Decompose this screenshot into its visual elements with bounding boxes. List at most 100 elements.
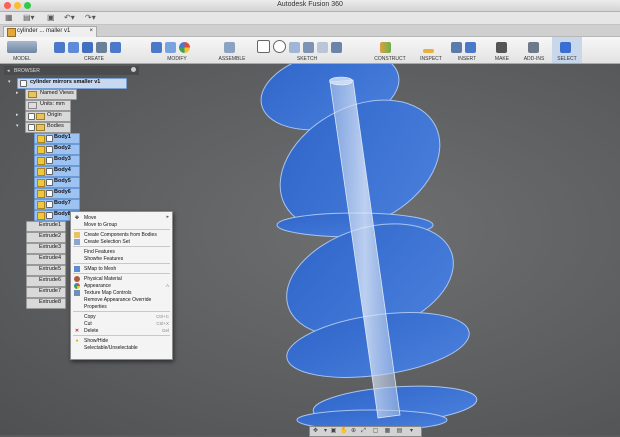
- menu-item-show-hide[interactable]: ● Show/Hide: [71, 337, 172, 344]
- expand-arrow-icon[interactable]: ▾: [16, 123, 19, 129]
- visibility-toggle-icon[interactable]: [46, 167, 53, 175]
- joint-icon[interactable]: [224, 42, 235, 53]
- appearance-toolbar-icon[interactable]: [179, 42, 190, 53]
- create-menu[interactable]: CREATE: [48, 37, 140, 63]
- menu-item-properties[interactable]: Properties: [71, 303, 172, 310]
- pan-icon[interactable]: ✋: [340, 428, 347, 435]
- browser-pin-icon[interactable]: [131, 67, 136, 72]
- undo-icon[interactable]: ↶▾: [64, 14, 75, 22]
- tree-item-named-views[interactable]: ▸ Named Views: [16, 89, 86, 100]
- menu-item-delete[interactable]: ✕ Delete Del: [71, 327, 172, 334]
- orbit-dropdown-icon[interactable]: ▾: [322, 428, 329, 435]
- cylinder-top-face[interactable]: [329, 76, 353, 86]
- insert-menu[interactable]: INSERT: [448, 37, 486, 63]
- scripts-icon[interactable]: [528, 42, 539, 53]
- menu-item-create-selection-set[interactable]: Create Selection Set: [71, 238, 172, 245]
- tree-feature-item[interactable]: Extrude6: [26, 276, 68, 287]
- cylinder-icon[interactable]: [68, 42, 79, 53]
- tree-item-origin[interactable]: ▸ Origin: [16, 111, 76, 122]
- visibility-toggle-icon[interactable]: [46, 189, 53, 197]
- select-menu[interactable]: SELECT: [552, 37, 582, 63]
- menu-item-copy[interactable]: Copy Ctrl+C: [71, 313, 172, 320]
- tree-feature-item[interactable]: Extrude5: [26, 265, 68, 276]
- 3d-print-icon[interactable]: [496, 42, 507, 53]
- menu-item-selectable[interactable]: Selectable/Unselectable: [71, 344, 172, 351]
- tree-body-item[interactable]: Body3: [34, 155, 82, 166]
- mirror-icon[interactable]: [96, 42, 107, 53]
- rectangle-icon[interactable]: [257, 40, 270, 53]
- visibility-toggle-icon[interactable]: [46, 211, 53, 219]
- more-settings-icon[interactable]: ▾: [408, 428, 415, 435]
- circle-icon[interactable]: [273, 40, 286, 53]
- look-at-icon[interactable]: ▣: [330, 428, 337, 435]
- file-menu-icon[interactable]: ▤▾: [23, 14, 35, 22]
- document-tab[interactable]: cylinder ... maller v1 ×: [3, 26, 97, 37]
- revolve-icon[interactable]: [110, 42, 121, 53]
- menu-item-physical-material[interactable]: Physical Material: [71, 275, 172, 282]
- tree-body-item[interactable]: Body6: [34, 188, 82, 199]
- sketch-menu[interactable]: SKETCH: [252, 37, 362, 63]
- inspect-menu[interactable]: INSPECT: [416, 37, 446, 63]
- sketch-mirror-icon[interactable]: [317, 42, 328, 53]
- menu-item-cut[interactable]: Cut Ctrl+X: [71, 320, 172, 327]
- tree-body-item[interactable]: Body4: [34, 166, 82, 177]
- fillet-icon[interactable]: [151, 42, 162, 53]
- tree-feature-item[interactable]: Extrude8: [26, 298, 68, 309]
- visibility-toggle-icon[interactable]: [46, 145, 53, 153]
- box-icon[interactable]: [54, 42, 65, 53]
- addins-menu[interactable]: ADD-INS: [518, 37, 550, 63]
- tree-body-item[interactable]: Body1: [34, 133, 82, 144]
- shell-icon[interactable]: [165, 42, 176, 53]
- menu-item-find-features[interactable]: Find Features: [71, 248, 172, 255]
- tree-body-item[interactable]: Body7: [34, 199, 82, 210]
- redo-icon[interactable]: ↷▾: [85, 14, 96, 22]
- expand-arrow-icon[interactable]: ▸: [16, 90, 19, 96]
- menu-item-create-components[interactable]: Create Components from Bodies: [71, 231, 172, 238]
- save-icon[interactable]: ▣: [47, 14, 55, 22]
- menu-item-remove-appearance-override[interactable]: Remove Appearance Override: [71, 296, 172, 303]
- workspace-switcher[interactable]: MODEL: [2, 37, 42, 63]
- tree-feature-item[interactable]: Extrude7: [26, 287, 68, 298]
- orbit-icon[interactable]: ✥: [312, 428, 319, 435]
- tree-feature-item[interactable]: Extrude1: [26, 221, 68, 232]
- assemble-menu[interactable]: ASSEMBLE: [214, 37, 250, 63]
- browser-panel-header[interactable]: ◂ BROWSER: [4, 66, 139, 75]
- construct-menu[interactable]: CONSTRUCT: [366, 37, 414, 63]
- menu-item-move[interactable]: ✥ Move ▸: [71, 214, 172, 221]
- tree-item-bodies[interactable]: ▾ Bodies: [16, 122, 76, 133]
- visibility-toggle-icon[interactable]: [46, 156, 53, 164]
- expand-arrow-icon[interactable]: ▸: [16, 112, 19, 118]
- display-settings-icon[interactable]: ▢: [372, 428, 379, 435]
- grid-menu-icon[interactable]: ▦: [5, 14, 13, 22]
- make-menu[interactable]: MAKE: [488, 37, 516, 63]
- menu-item-show-features[interactable]: Showhe Features: [71, 255, 172, 262]
- plane-icon[interactable]: [380, 42, 391, 53]
- visibility-toggle-icon[interactable]: [46, 134, 53, 142]
- expand-arrow-icon[interactable]: ▾: [8, 79, 11, 85]
- tree-item-units[interactable]: Units: mm: [16, 100, 76, 111]
- grid-settings-icon[interactable]: ▦: [384, 428, 391, 435]
- menu-item-texture-map-controls[interactable]: Texture Map Controls: [71, 289, 172, 296]
- helix-model[interactable]: [254, 64, 478, 431]
- extrude-icon[interactable]: [82, 42, 93, 53]
- trim-icon[interactable]: [289, 42, 300, 53]
- select-arrow-icon[interactable]: [560, 42, 571, 53]
- menu-item-appearance[interactable]: Appearance A: [71, 282, 172, 289]
- stop-sketch-icon[interactable]: [331, 42, 342, 53]
- tree-body-item[interactable]: Body5: [34, 177, 82, 188]
- tree-feature-item[interactable]: Extrude4: [26, 254, 68, 265]
- menu-item-map-to-mesh[interactable]: SMap to Mesh: [71, 265, 172, 272]
- menu-item-move-to-group[interactable]: Move to Group: [71, 221, 172, 228]
- visibility-toggle-icon[interactable]: [46, 178, 53, 186]
- tree-feature-item[interactable]: Extrude2: [26, 232, 68, 243]
- browser-collapse-icon[interactable]: ◂: [7, 68, 10, 74]
- modify-menu[interactable]: MODIFY: [143, 37, 211, 63]
- close-tab-icon[interactable]: ×: [89, 28, 93, 34]
- tree-feature-item[interactable]: Extrude3: [26, 243, 68, 254]
- fit-icon[interactable]: ⤢: [360, 428, 367, 435]
- visibility-toggle-icon[interactable]: [28, 123, 35, 131]
- visibility-toggle-icon[interactable]: [28, 112, 35, 120]
- tree-body-item[interactable]: Body2: [34, 144, 82, 155]
- visibility-toggle-icon[interactable]: [46, 200, 53, 208]
- measure-icon[interactable]: [423, 49, 434, 53]
